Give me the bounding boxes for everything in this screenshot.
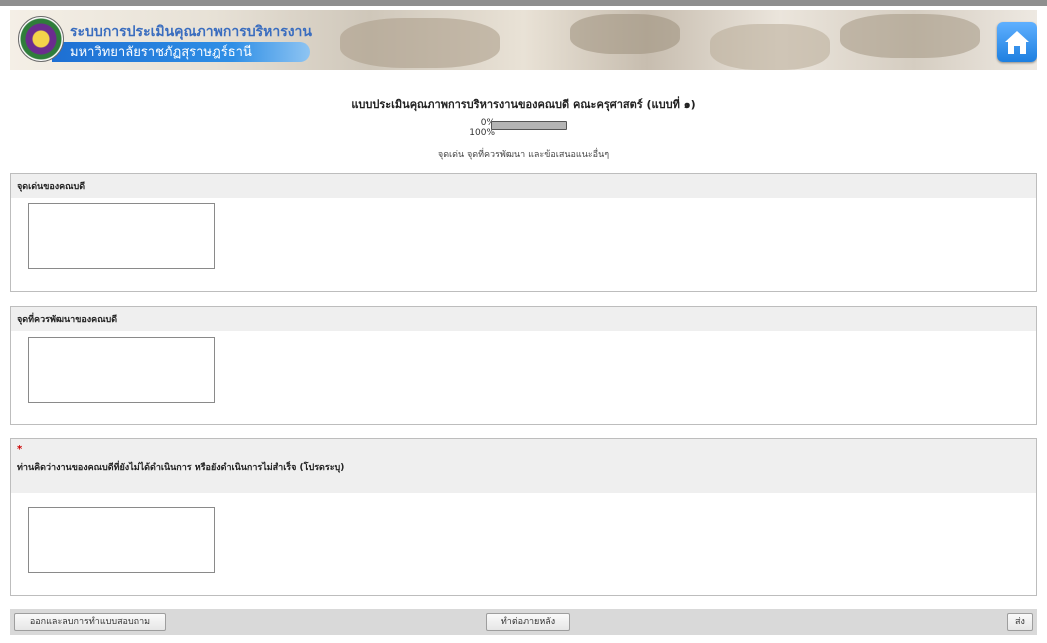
home-button[interactable] xyxy=(997,22,1037,62)
question-header: * ท่านคิดว่างานของคณบดีที่ยังไม่ได้ดำเนิ… xyxy=(11,439,1036,493)
footer-toolbar: ออกและลบการทำแบบสอบถาม ทำต่อภายหลัง ส่ง xyxy=(10,609,1037,635)
header-photo xyxy=(340,18,500,68)
required-mark: * xyxy=(17,444,23,455)
improvements-textarea[interactable] xyxy=(28,337,215,403)
section-caption: จุดเด่น จุดที่ควรพัฒนา และข้อเสนอแนะอื่น… xyxy=(437,150,610,160)
pending-work-textarea[interactable] xyxy=(28,507,215,573)
system-title: ระบบการประเมินคุณภาพการบริหารงาน xyxy=(70,23,312,39)
question-block: จุดที่ควรพัฒนาของคณบดี xyxy=(10,306,1037,425)
question-block: * ท่านคิดว่างานของคณบดีที่ยังไม่ได้ดำเนิ… xyxy=(10,438,1037,596)
question-label: จุดที่ควรพัฒนาของคณบดี xyxy=(11,307,1036,331)
survey-title: แบบประเมินคุณภาพการบริหารงานของคณบดี คณะ… xyxy=(351,98,696,111)
top-border xyxy=(0,0,1047,6)
question-label: ท่านคิดว่างานของคณบดีที่ยังไม่ได้ดำเนินก… xyxy=(17,463,345,473)
progress-fill xyxy=(492,122,566,129)
progress-bar xyxy=(491,121,567,130)
header-photo xyxy=(570,14,680,54)
continue-later-button[interactable]: ทำต่อภายหลัง xyxy=(486,613,570,631)
progress-indicator: 0% 100% xyxy=(467,118,577,144)
site-header: ระบบการประเมินคุณภาพการบริหารงาน มหาวิทย… xyxy=(10,10,1037,70)
submit-button[interactable]: ส่ง xyxy=(1007,613,1033,631)
home-icon xyxy=(1005,31,1029,54)
header-photo xyxy=(840,14,980,58)
question-label: จุดเด่นของคณบดี xyxy=(11,174,1036,198)
question-block: จุดเด่นของคณบดี xyxy=(10,173,1037,292)
university-logo xyxy=(18,16,64,62)
exit-delete-button[interactable]: ออกและลบการทำแบบสอบถาม xyxy=(14,613,166,631)
university-name: มหาวิทยาลัยราชภัฏสุราษฎร์ธานี xyxy=(70,44,252,59)
header-photo xyxy=(710,24,830,70)
strengths-textarea[interactable] xyxy=(28,203,215,269)
